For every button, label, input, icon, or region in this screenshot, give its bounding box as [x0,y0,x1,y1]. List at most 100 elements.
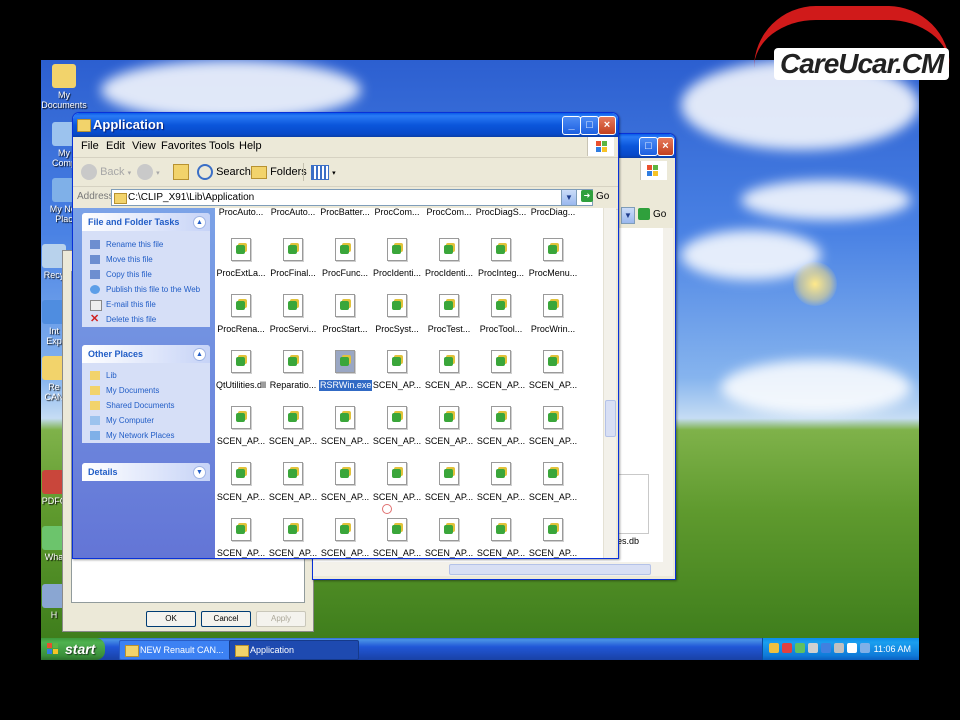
up-folder-button[interactable] [173,162,189,182]
file-item[interactable]: SCEN_AP... [475,518,527,558]
tray-icon[interactable] [782,643,792,653]
file-item[interactable]: QtUtilities.dll [215,350,267,391]
file-item[interactable]: SCEN_AP... [527,350,579,391]
back-window-hscrollbar[interactable] [313,562,673,576]
file-item[interactable]: SCEN_AP... [527,462,579,503]
file-item[interactable]: SCEN_AP... [319,462,371,503]
file-item[interactable]: SCEN_AP... [371,406,423,447]
place-lib[interactable]: Lib [82,368,210,383]
menu-view[interactable]: View [132,140,156,152]
file-item[interactable]: SCEN_AP... [371,462,423,503]
vertical-scrollbar[interactable] [603,208,616,558]
file-folder-tasks-header[interactable]: File and Folder Tasks ▲ [82,213,210,231]
file-item[interactable]: ProcSyst... [371,294,423,335]
file-item[interactable]: SCEN_AP... [423,518,475,558]
file-item[interactable]: SCEN_AP... [319,406,371,447]
collapse-chevron-icon[interactable]: ▲ [193,348,206,361]
file-item[interactable]: SCEN_AP... [371,518,423,558]
tray-icon[interactable] [795,643,805,653]
forward-button[interactable]: ▾ [137,162,160,182]
application-explorer-window[interactable]: Application _ □ × File Edit View Favorit… [72,112,619,559]
file-item[interactable]: SCEN_AP... [267,462,319,503]
place-my-documents[interactable]: My Documents [82,383,210,398]
file-item[interactable]: ProcFunc... [319,238,371,279]
file-item[interactable]: SCEN_AP... [475,462,527,503]
file-item[interactable]: SCEN_AP... [267,518,319,558]
folders-button[interactable]: Folders [251,162,307,182]
file-item[interactable]: ProcCom... [371,208,423,218]
file-icon[interactable] [615,474,649,534]
file-item-selected[interactable]: clip RSRWin.exe [319,350,373,391]
task-publish-web[interactable]: Publish this file to the Web [82,282,210,297]
file-item[interactable]: ProcExtLa... [215,238,267,279]
ok-button[interactable]: OK [146,611,196,627]
collapse-chevron-icon[interactable]: ▲ [193,216,206,229]
menu-edit[interactable]: Edit [106,140,125,152]
task-copy-file[interactable]: Copy this file [82,267,210,282]
start-button[interactable]: start [41,638,105,660]
expand-chevron-icon[interactable]: ▼ [193,466,206,479]
details-header[interactable]: Details ▼ [82,463,210,481]
menu-file[interactable]: File [81,140,99,152]
file-item[interactable]: ProcTest... [423,294,475,335]
file-item[interactable]: ProcBatter... [319,208,371,218]
minimize-button[interactable]: _ [562,116,581,135]
tray-icon[interactable] [821,643,831,653]
maximize-button[interactable]: □ [580,116,599,135]
maximize-button[interactable]: □ [639,137,658,156]
network-icon[interactable] [860,643,870,653]
apply-button[interactable]: Apply [256,611,306,627]
menu-tools[interactable]: Tools [209,140,235,152]
file-item[interactable]: ProcMenu... [527,238,579,279]
file-item[interactable]: ProcServi... [267,294,319,335]
file-item[interactable]: SCEN_AP... [267,406,319,447]
file-item[interactable]: Reparatio... [267,350,319,391]
tray-icon[interactable] [834,643,844,653]
close-button[interactable]: × [657,137,674,156]
file-item[interactable]: ProcDiag... [527,208,579,218]
back-button[interactable]: Back ▾ [81,162,131,182]
menu-help[interactable]: Help [239,140,262,152]
search-button[interactable]: Search [197,162,251,182]
back-go-button[interactable]: Go [638,207,666,222]
chevron-down-icon[interactable]: ▼ [621,207,635,224]
other-places-header[interactable]: Other Places ▲ [82,345,210,363]
file-item[interactable]: SCEN_AP... [215,518,267,558]
task-move-file[interactable]: Move this file [82,252,210,267]
views-button[interactable]: ▾ [311,162,336,182]
desktop-icon-my-documents[interactable]: My Documents [41,64,99,110]
file-item[interactable]: ProcAuto... [267,208,319,218]
close-button[interactable]: × [598,116,616,135]
tray-icon[interactable] [808,643,818,653]
file-list-view[interactable]: ProcAuto... ProcAuto... ProcBatter... ProcC… [215,208,603,558]
back-window-scrollbar[interactable] [663,228,673,562]
file-item[interactable]: SCEN_AP... [319,518,371,558]
file-item[interactable]: ProcTool... [475,294,527,335]
file-item[interactable]: SCEN_AP... [371,350,423,391]
file-item[interactable]: SCEN_AP... [527,406,579,447]
file-item[interactable]: SCEN_AP... [527,518,579,558]
file-item[interactable]: ProcCom... [423,208,475,218]
task-rename-file[interactable]: Rename this file [82,237,210,252]
window-titlebar[interactable]: Application _ □ × [73,113,618,137]
scrollbar-thumb[interactable] [605,400,616,437]
place-shared-documents[interactable]: Shared Documents [82,398,210,413]
address-input[interactable]: C:\CLIP_X91\Lib\Application [111,189,593,206]
file-item[interactable]: ProcFinal... [267,238,319,279]
task-delete-file[interactable]: ✕ Delete this file [82,312,210,327]
address-dropdown-chevron-icon[interactable]: ▼ [561,189,577,206]
file-item[interactable]: SCEN_AP... [215,462,267,503]
file-item[interactable]: SCEN_AP... [423,462,475,503]
file-item[interactable]: SCEN_AP... [215,406,267,447]
file-item[interactable]: ProcWrin... [527,294,579,335]
file-item[interactable]: SCEN_AP... [475,350,527,391]
taskbar-item-application[interactable]: Application [229,640,359,660]
file-item[interactable]: ProcStart... [319,294,371,335]
file-item[interactable]: ProcIdenti... [371,238,423,279]
taskbar-item-renault[interactable]: NEW Renault CAN... [119,640,237,660]
cancel-button[interactable]: Cancel [201,611,251,627]
file-item[interactable]: SCEN_AP... [423,406,475,447]
tray-icon[interactable] [769,643,779,653]
file-item[interactable]: ProcRena... [215,294,267,335]
place-my-computer[interactable]: My Computer [82,413,210,428]
